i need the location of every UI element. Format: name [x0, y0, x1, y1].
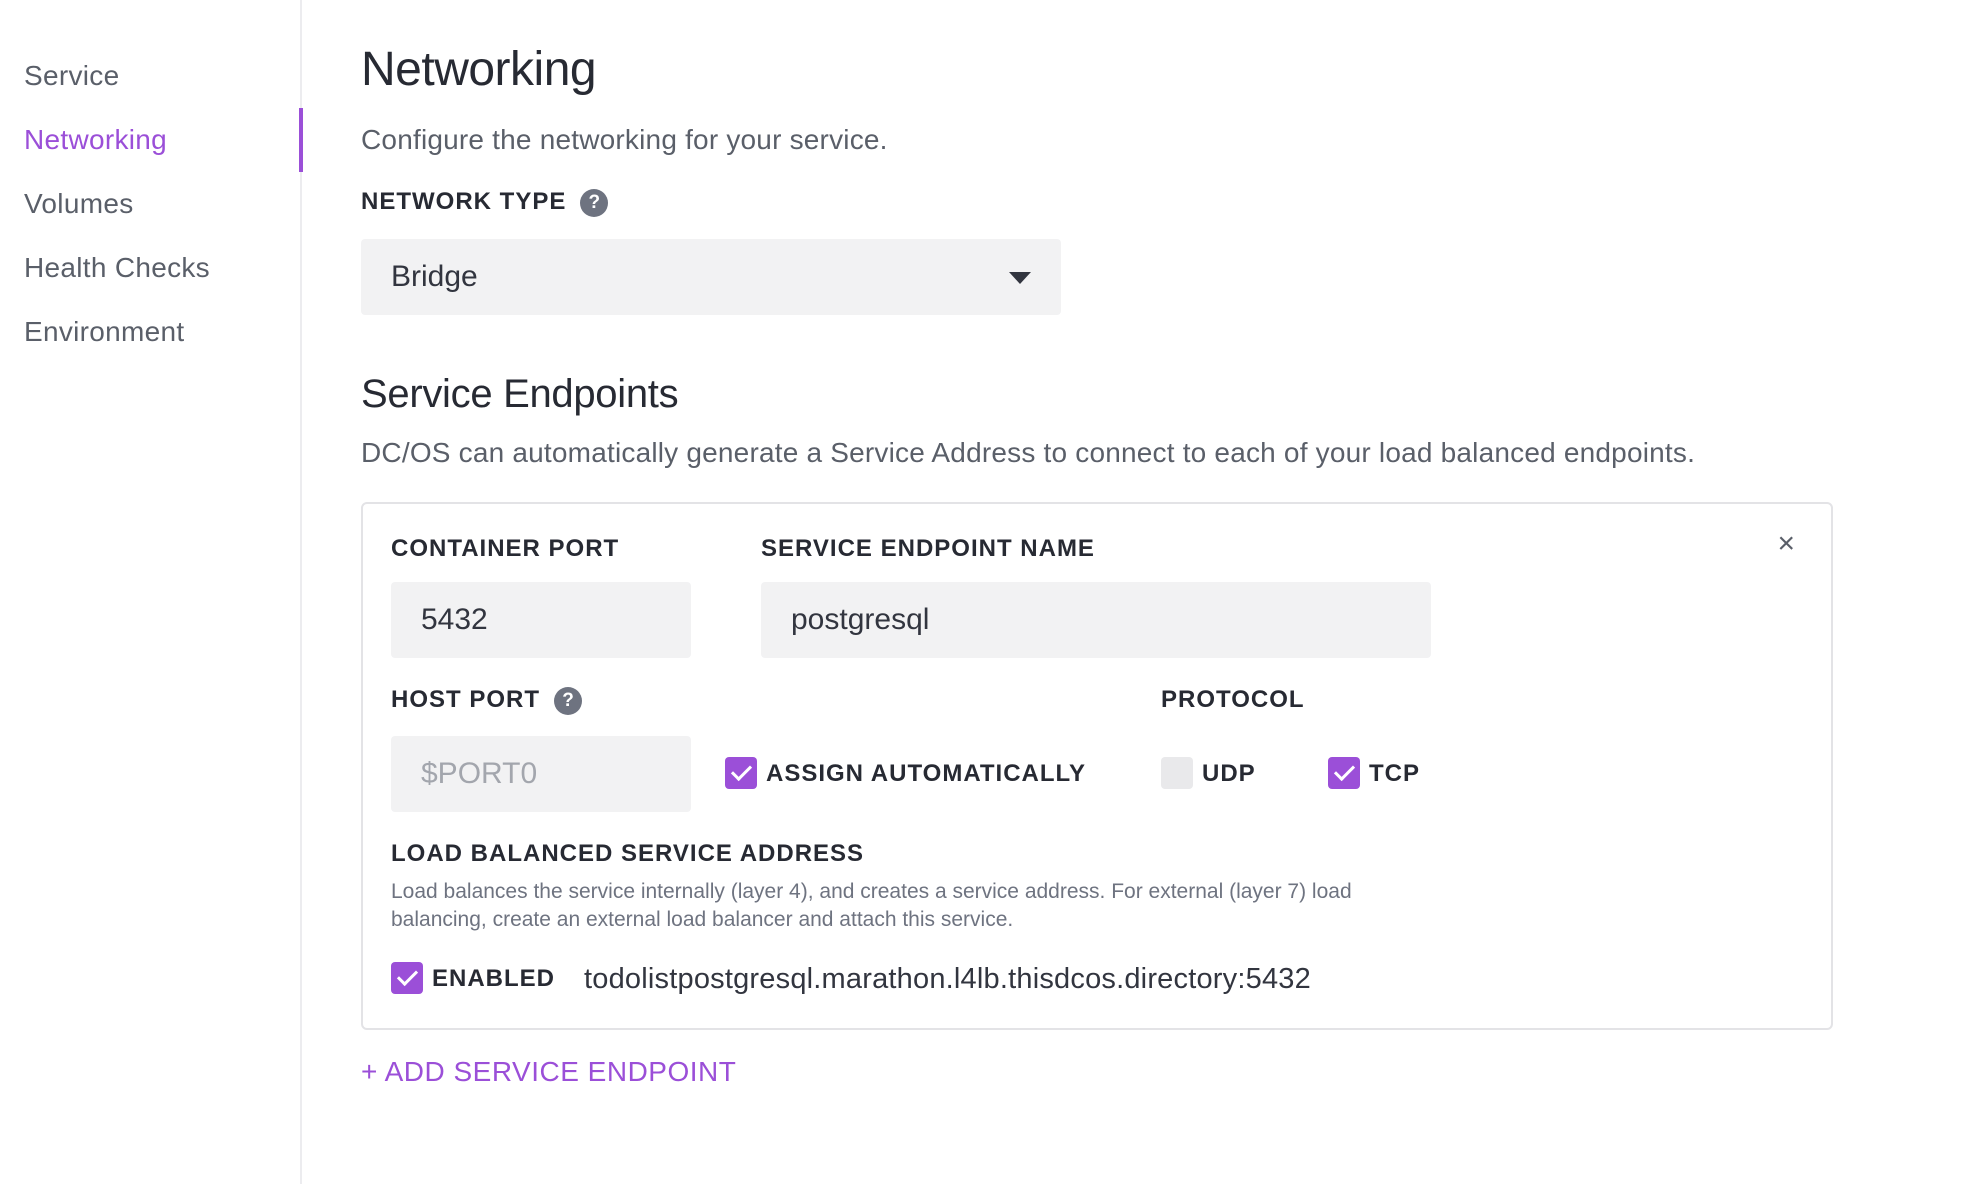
- active-nav-indicator: [299, 108, 303, 172]
- sidebar-item-networking[interactable]: Networking: [24, 108, 302, 172]
- network-type-select[interactable]: Bridge: [361, 239, 1061, 315]
- tcp-checkbox[interactable]: [1328, 757, 1360, 789]
- help-icon[interactable]: ?: [580, 188, 609, 217]
- sidebar: Service Networking Volumes Health Checks…: [0, 0, 302, 1184]
- page-description: Configure the networking for your servic…: [361, 124, 888, 155]
- sidebar-item-service[interactable]: Service: [24, 44, 302, 108]
- service-endpoint-name-input[interactable]: [761, 582, 1431, 658]
- page-title: Networking: [361, 43, 597, 96]
- close-icon[interactable]: ×: [1777, 526, 1795, 562]
- host-port-input[interactable]: [391, 736, 691, 812]
- service-endpoints-description: DC/OS can automatically generate a Servi…: [361, 437, 1696, 468]
- service-endpoint-name-label: SERVICE ENDPOINT NAME: [761, 535, 1095, 562]
- load-balanced-address-label: LOAD BALANCED SERVICE ADDRESS: [391, 840, 865, 867]
- host-port-label: HOST PORT?: [391, 686, 583, 715]
- enabled-label[interactable]: ENABLED: [432, 965, 555, 993]
- help-icon[interactable]: ?: [554, 686, 583, 715]
- sidebar-item-environment[interactable]: Environment: [24, 300, 302, 364]
- enabled-checkbox[interactable]: [391, 962, 423, 994]
- load-balanced-help-text: Load balances the service internally (la…: [391, 880, 1352, 931]
- host-port-label-text: HOST PORT: [391, 686, 541, 713]
- assign-automatically-label[interactable]: ASSIGN AUTOMATICALLY: [766, 760, 1086, 788]
- container-port-label: CONTAINER PORT: [391, 535, 620, 562]
- container-port-input[interactable]: [391, 582, 691, 658]
- service-address: todolistpostgresql.marathon.l4lb.thisdco…: [584, 963, 1311, 995]
- sidebar-item-volumes[interactable]: Volumes: [24, 172, 302, 236]
- network-type-label: NETWORK TYPE?: [361, 188, 609, 217]
- assign-automatically-checkbox[interactable]: [725, 757, 757, 789]
- network-type-value: Bridge: [391, 260, 478, 293]
- network-type-label-text: NETWORK TYPE: [361, 188, 567, 215]
- service-endpoints-title: Service Endpoints: [361, 372, 679, 416]
- service-endpoint-card: × CONTAINER PORT SERVICE ENDPOINT NAME H…: [361, 502, 1833, 1030]
- udp-checkbox[interactable]: [1161, 757, 1193, 789]
- sidebar-item-health-checks[interactable]: Health Checks: [24, 236, 302, 300]
- tcp-label[interactable]: TCP: [1369, 760, 1420, 788]
- add-service-endpoint-button[interactable]: + ADD SERVICE ENDPOINT: [361, 1056, 736, 1088]
- protocol-label: PROTOCOL: [1161, 686, 1305, 713]
- udp-label[interactable]: UDP: [1202, 760, 1256, 788]
- caret-down-icon: [1009, 272, 1031, 284]
- main-content: Networking Configure the networking for …: [361, 0, 1964, 1184]
